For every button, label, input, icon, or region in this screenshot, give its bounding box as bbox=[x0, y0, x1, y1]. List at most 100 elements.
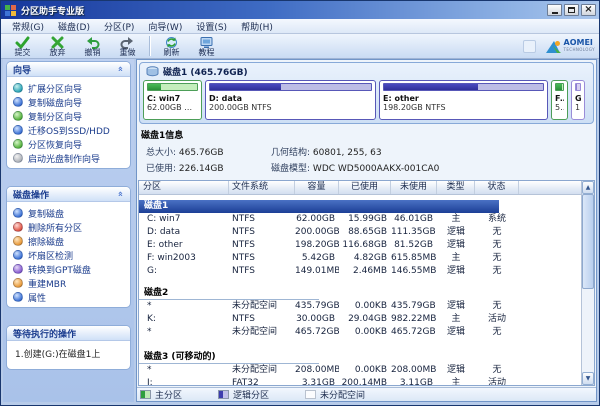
close-button[interactable]: × bbox=[581, 4, 596, 16]
table-cell: 逻辑 bbox=[437, 265, 475, 278]
table-cell: 0.00KB bbox=[339, 326, 391, 339]
pending-operations-section-header[interactable]: 等待执行的操作 bbox=[7, 326, 130, 341]
toolbar-button-label: 重做 bbox=[120, 49, 136, 57]
menu-item-partition[interactable]: 分区(P) bbox=[97, 19, 141, 34]
table-cell: C: win7 bbox=[139, 213, 229, 226]
sidebar-item-wipe-disk[interactable]: 擦除磁盘 bbox=[13, 234, 128, 248]
title-bar: 分区助手专业版 × bbox=[1, 1, 599, 19]
toolbar-button-label: 撤销 bbox=[85, 49, 101, 57]
table-cell: 3.31GB bbox=[295, 377, 339, 386]
column-header-filesystem[interactable]: 文件系统 bbox=[229, 181, 295, 194]
sidebar-item-bad-sector-check[interactable]: 坏扇区检测 bbox=[13, 248, 128, 262]
toolbar-button-label: 刷新 bbox=[164, 49, 180, 57]
sidebar-item-properties[interactable]: 属性 bbox=[13, 290, 128, 304]
copy-partition-wizard-icon bbox=[13, 111, 23, 121]
partition-box-f[interactable]: F: win2003 5.42GB NTFS bbox=[551, 80, 568, 120]
sidebar-item-extend-partition-wizard[interactable]: 扩展分区向导 bbox=[13, 81, 128, 95]
table-row[interactable]: D: dataNTFS200.00GB88.65GB111.35GB逻辑无 bbox=[139, 226, 594, 239]
sidebar-item-copy-disk-wizard[interactable]: 复制磁盘向导 bbox=[13, 95, 128, 109]
table-cell: 无 bbox=[475, 300, 519, 313]
table-row[interactable]: F: win2003NTFS5.42GB4.82GB615.85MB主无 bbox=[139, 252, 594, 265]
window-controls: × bbox=[547, 4, 596, 16]
table-row[interactable]: *未分配空间465.72GB0.00KB465.72GB逻辑无 bbox=[139, 326, 594, 339]
sidebar-item-label: 转换到GPT磁盘 bbox=[28, 263, 91, 276]
sidebar-item-delete-all-partitions[interactable]: 删除所有分区 bbox=[13, 220, 128, 234]
vertical-scrollbar[interactable]: ▲ ▼ bbox=[581, 181, 594, 385]
menu-item-help[interactable]: 帮助(H) bbox=[234, 19, 280, 34]
column-header-capacity[interactable]: 容量 bbox=[295, 181, 339, 194]
wizards-section-header[interactable]: 向导 » bbox=[7, 62, 130, 77]
minimize-button[interactable] bbox=[547, 4, 562, 16]
table-row[interactable]: I:FAT323.31GB200.14MB3.11GB主活动 bbox=[139, 377, 594, 386]
partition-box-g[interactable]: G: 149.01MB bbox=[571, 80, 585, 120]
legend-item-unallocated: 未分配空间 bbox=[305, 388, 365, 401]
toolbar-button-label: 提交 bbox=[15, 49, 31, 57]
column-header-used[interactable]: 已使用 bbox=[339, 181, 391, 194]
redo-button[interactable]: 重做 bbox=[110, 34, 145, 58]
sidebar-item-rebuild-mbr[interactable]: 重建MBR bbox=[13, 276, 128, 290]
sidebar-item-partition-recovery-wizard[interactable]: 分区恢复向导 bbox=[13, 137, 128, 151]
scroll-up-button[interactable]: ▲ bbox=[582, 181, 594, 194]
sidebar-item-convert-to-gpt-disk[interactable]: 转换到GPT磁盘 bbox=[13, 262, 128, 276]
table-row[interactable]: *未分配空间435.79GB0.00KB435.79GB逻辑无 bbox=[139, 300, 594, 313]
usage-strip bbox=[147, 83, 198, 91]
disk1-group-header[interactable]: 磁盘1 bbox=[139, 200, 499, 213]
scroll-thumb[interactable] bbox=[582, 194, 594, 289]
menu-item-disk[interactable]: 磁盘(D) bbox=[51, 19, 97, 34]
sidebar-item-bootable-cd-wizard[interactable]: 启动光盘制作向导 bbox=[13, 151, 128, 165]
copy-disk-wizard-icon bbox=[13, 97, 23, 107]
table-cell: 146.55MB bbox=[391, 265, 437, 278]
sidebar-item-migrate-os-to-ssd-hdd[interactable]: 迁移OS到SSD/HDD bbox=[13, 123, 128, 137]
table-cell: * bbox=[139, 300, 229, 313]
column-header-partition[interactable]: 分区 bbox=[139, 181, 229, 194]
refresh-button[interactable]: 刷新 bbox=[154, 34, 189, 58]
table-row[interactable]: K:NTFS30.00GB29.04GB982.22MB主活动 bbox=[139, 313, 594, 326]
close-icon: × bbox=[584, 5, 592, 15]
table-row[interactable]: G:NTFS149.01MB2.46MB146.55MB逻辑无 bbox=[139, 265, 594, 278]
scroll-down-button[interactable]: ▼ bbox=[582, 372, 594, 385]
table-row[interactable]: C: win7NTFS62.00GB15.99GB46.01GB主系统 bbox=[139, 213, 594, 226]
discard-button[interactable]: 放弃 bbox=[40, 34, 75, 58]
legend-item-logical: 逻辑分区 bbox=[218, 388, 269, 401]
menu-item-settings[interactable]: 设置(S) bbox=[189, 19, 234, 34]
commit-check-icon bbox=[15, 36, 30, 49]
bootable-cd-wizard-icon bbox=[13, 153, 23, 163]
menu-item-general[interactable]: 常规(G) bbox=[5, 19, 51, 34]
column-header-unused[interactable]: 未使用 bbox=[391, 181, 437, 194]
maximize-button[interactable] bbox=[564, 4, 579, 16]
table-cell: 未分配空间 bbox=[229, 364, 295, 377]
menu-item-wizard[interactable]: 向导(W) bbox=[141, 19, 189, 34]
table-cell: 活动 bbox=[475, 313, 519, 326]
usage-strip bbox=[383, 83, 544, 91]
table-row[interactable]: *未分配空间208.00MB0.00KB208.00MB逻辑无 bbox=[139, 364, 594, 377]
partition-box-c[interactable]: C: win7 62.00GB NTFS bbox=[143, 80, 202, 120]
refresh-icon bbox=[164, 36, 179, 49]
tutorial-icon bbox=[199, 36, 214, 49]
column-header-status[interactable]: 状态 bbox=[475, 181, 519, 194]
sidebar-item-copy-disk[interactable]: 复制磁盘 bbox=[13, 206, 128, 220]
disk-model-label: 磁盘模型: bbox=[271, 164, 310, 174]
migrate-os-icon bbox=[13, 125, 23, 135]
table-cell: E: other bbox=[139, 239, 229, 252]
sidebar-item-label: 复制磁盘向导 bbox=[28, 96, 82, 109]
sidebar-item-label: 复制磁盘 bbox=[28, 207, 64, 220]
sidebar-item-label: 迁移OS到SSD/HDD bbox=[28, 124, 110, 137]
window-title: 分区助手专业版 bbox=[21, 4, 547, 17]
partition-box-e[interactable]: E: other 198.20GB NTFS bbox=[379, 80, 548, 120]
table-row[interactable]: E: otherNTFS198.20GB116.68GB81.52GB逻辑无 bbox=[139, 239, 594, 252]
tutorial-button[interactable]: 教程 bbox=[189, 34, 224, 58]
sidebar-item-label: 删除所有分区 bbox=[28, 221, 82, 234]
sidebar-item-label: 分区恢复向导 bbox=[28, 138, 82, 151]
disk3-group-header[interactable]: 磁盘3 (可移动的) bbox=[139, 351, 319, 364]
toolbar-button-label: 放弃 bbox=[50, 49, 66, 57]
table-cell: 208.00MB bbox=[391, 364, 437, 377]
sidebar-item-copy-partition-wizard[interactable]: 复制分区向导 bbox=[13, 109, 128, 123]
disk-operations-section-header[interactable]: 磁盘操作 » bbox=[7, 187, 130, 202]
partition-box-d[interactable]: D: data 200.00GB NTFS bbox=[205, 80, 376, 120]
undo-button[interactable]: 撤销 bbox=[75, 34, 110, 58]
table-cell: NTFS bbox=[229, 265, 295, 278]
commit-button[interactable]: 提交 bbox=[5, 34, 40, 58]
column-header-type[interactable]: 类型 bbox=[437, 181, 475, 194]
total-size-value: 465.76GB bbox=[179, 148, 224, 158]
disk2-group-header[interactable]: 磁盘2 bbox=[139, 287, 319, 300]
